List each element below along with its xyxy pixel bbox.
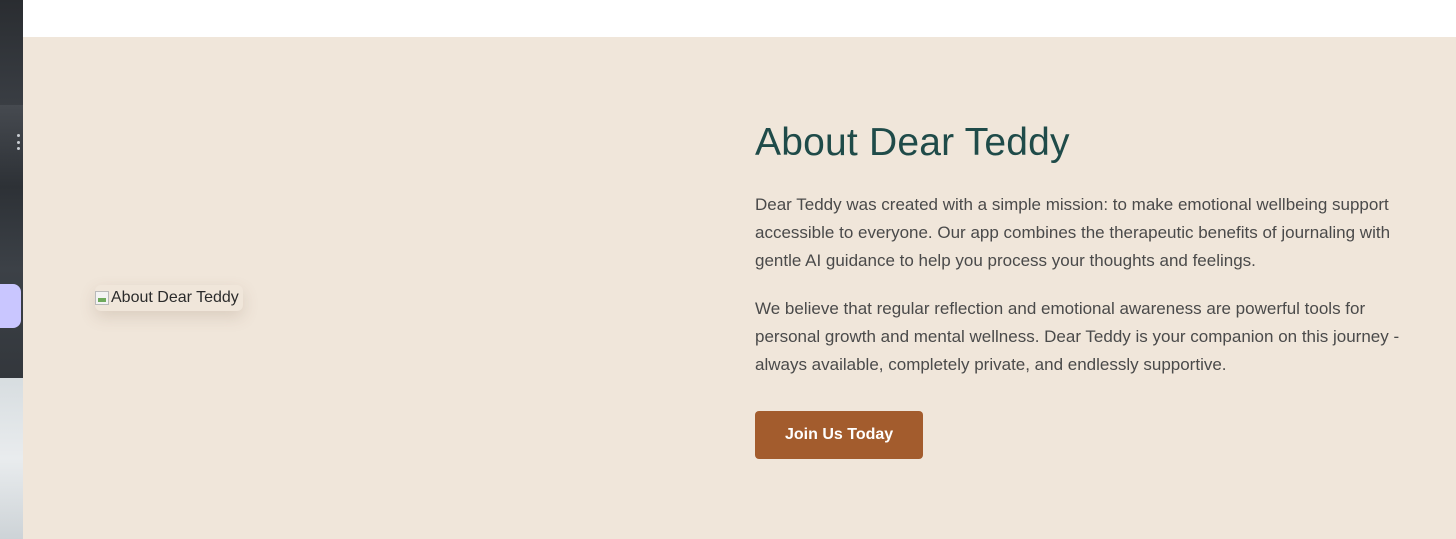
kebab-menu-icon[interactable] [16, 134, 20, 150]
about-image: About Dear Teddy [95, 285, 243, 311]
about-paragraph-2: We believe that regular reflection and e… [755, 299, 1400, 374]
about-title: About Dear Teddy [755, 121, 1070, 164]
join-us-button[interactable]: Join Us Today [755, 411, 924, 459]
about-section: About Dear Teddy About Dear Teddy Dear T… [23, 37, 1456, 539]
desktop-edge-wallpaper [0, 378, 23, 539]
about-content: About Dear Teddy Dear Teddy was created … [755, 119, 1405, 459]
side-tab-indicator[interactable] [0, 284, 21, 328]
broken-image-icon [95, 291, 109, 305]
about-image-alt-text: About Dear Teddy [111, 289, 239, 306]
desktop-edge [0, 0, 23, 539]
about-paragraph-1: Dear Teddy was created with a simple mis… [755, 195, 1391, 270]
page-header-area [23, 0, 1456, 37]
